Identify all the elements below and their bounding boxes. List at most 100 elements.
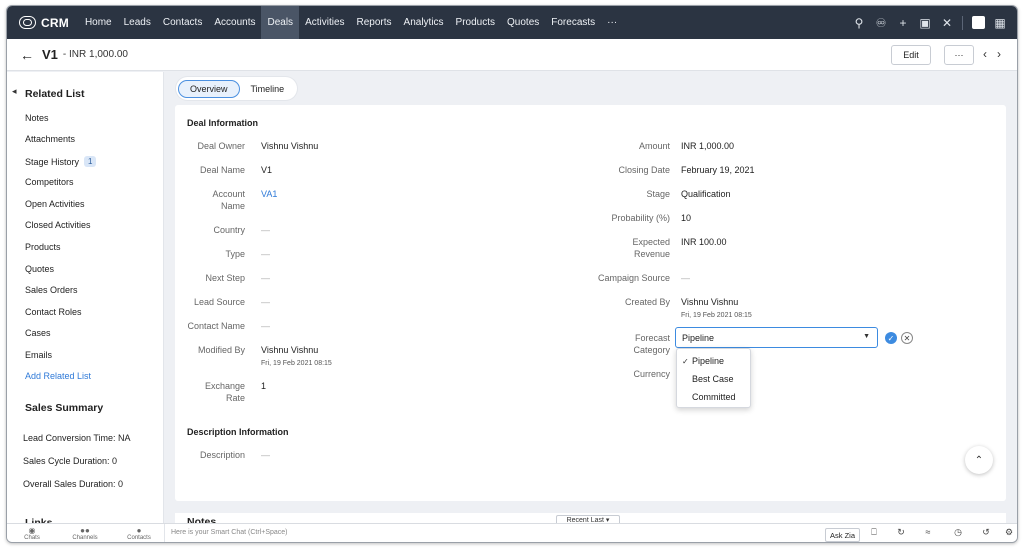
bell-icon[interactable]: ♾: [870, 6, 892, 39]
bottom-bar: ◉ Chats ●● Channels ● Contacts Here is your…: [7, 523, 1017, 542]
related-list-sidebar: ◂ Related List Notes Attachments Stage H…: [7, 72, 164, 529]
tab-overview[interactable]: Overview: [178, 79, 240, 98]
back-arrow-icon[interactable]: ←: [20, 47, 34, 63]
sidebar-item-label: Stage History: [25, 156, 80, 167]
save-field-check-icon[interactable]: ✓: [885, 332, 897, 344]
history-icon[interactable]: ↺: [977, 527, 995, 541]
sidebar-item-attachments[interactable]: Attachments: [25, 134, 75, 144]
cancel-field-close-icon[interactable]: ✕: [901, 332, 913, 344]
sidebar-item-open-activities[interactable]: Open Activities: [25, 199, 85, 209]
nav-accounts[interactable]: Accounts: [208, 6, 261, 39]
lead-conversion-time: Lead Conversion Time: NA: [23, 433, 131, 443]
settings-gear-icon[interactable]: ⚙: [1000, 527, 1017, 541]
probability-label: Probability (%): [611, 213, 670, 223]
sidebar-item-cases[interactable]: Cases: [25, 328, 51, 338]
created-by-label: Created By: [624, 297, 670, 307]
sidebar-item-stage-history[interactable]: Stage History 1: [25, 156, 97, 167]
nav-quotes[interactable]: Quotes: [501, 6, 545, 39]
sidebar-item-competitors[interactable]: Competitors: [25, 177, 74, 187]
nav-home[interactable]: Home: [79, 6, 118, 39]
tools-icon[interactable]: ✕: [936, 6, 958, 39]
option-label: Pipeline: [692, 356, 725, 366]
chevron-down-icon: ▼: [863, 333, 870, 340]
sidebar-item-emails[interactable]: Emails: [25, 350, 52, 360]
sidebar-item-contact-roles[interactable]: Contact Roles: [25, 307, 82, 317]
nav-more[interactable]: ···: [601, 6, 623, 39]
edit-button[interactable]: Edit: [891, 45, 931, 65]
smart-chat-input[interactable]: Here is your Smart Chat (Ctrl+Space): [164, 524, 826, 542]
alarm-clock-icon[interactable]: ◷: [949, 527, 967, 541]
created-by-name: Vishnu Vishnu: [681, 297, 739, 307]
contacts-label: Contacts: [127, 535, 151, 541]
option-label: Best Case: [692, 374, 734, 384]
chat-bubble-icon: ◉: [28, 526, 36, 535]
expected-revenue-value: INR 100.00: [681, 237, 727, 247]
stage-label: Stage: [646, 189, 670, 199]
count-badge: 1: [84, 156, 97, 167]
nav-contacts[interactable]: Contacts: [157, 6, 208, 39]
option-pipeline[interactable]: ✓ Pipeline: [677, 352, 750, 370]
refresh-icon[interactable]: ↻: [892, 527, 910, 541]
translate-icon[interactable]: ≈: [919, 527, 937, 541]
sidebar-item-sales-orders[interactable]: Sales Orders: [25, 285, 78, 295]
nav-deals[interactable]: Deals: [261, 6, 300, 39]
sidebar-item-closed-activities[interactable]: Closed Activities: [25, 220, 91, 230]
sidebar-item-products[interactable]: Products: [25, 242, 61, 252]
sidebar-item-label: Competitors: [25, 177, 74, 187]
calendar-icon[interactable]: ▣: [914, 6, 936, 39]
type-label: Type: [225, 249, 245, 259]
deal-owner-value: Vishnu Vishnu: [261, 141, 319, 151]
record-tabs: Overview Timeline: [176, 77, 298, 100]
lead-source-value: —: [261, 297, 270, 307]
grid-icon[interactable]: ▦: [989, 6, 1011, 39]
probability-value: 10: [681, 213, 692, 223]
nav-products[interactable]: Products: [450, 6, 501, 39]
option-committed[interactable]: Committed: [677, 388, 750, 406]
campaign-source-label: Campaign Source: [597, 273, 670, 283]
modified-by-time: Fri, 19 Feb 2021 08:15: [261, 360, 332, 367]
sidebar-item-label: Closed Activities: [25, 220, 91, 230]
nav-reports[interactable]: Reports: [351, 6, 398, 39]
selected-check-icon: ✓: [682, 356, 689, 366]
next-step-value: —: [261, 273, 270, 283]
more-actions-button[interactable]: ···: [944, 45, 974, 65]
modified-by-value: Vishnu Vishnu Fri, 19 Feb 2021 08:15: [261, 344, 332, 370]
next-record-icon[interactable]: ›: [997, 47, 1001, 61]
exchange-rate-label: Exchange Rate: [204, 381, 245, 403]
sales-summary-heading: Sales Summary: [25, 402, 104, 414]
previous-record-icon[interactable]: ‹: [983, 47, 987, 61]
deal-name-value: V1: [261, 165, 273, 175]
crm-logo[interactable]: CRM: [7, 16, 69, 30]
channels-icon: ●●: [80, 526, 90, 535]
deal-details-card: Deal Information Deal Owner Vishnu Vishn…: [175, 105, 1006, 501]
tab-timeline[interactable]: Timeline: [240, 80, 296, 98]
sidebar-item-notes[interactable]: Notes: [25, 113, 49, 123]
app-icon[interactable]: [967, 6, 989, 39]
created-by-time: Fri, 19 Feb 2021 08:15: [681, 312, 752, 319]
nav-analytics[interactable]: Analytics: [398, 6, 450, 39]
account-name-link[interactable]: VA1: [261, 188, 277, 200]
option-best-case[interactable]: Best Case: [677, 370, 750, 388]
lead-source-label: Lead Source: [193, 297, 245, 307]
channels-tool[interactable]: ●● Channels: [70, 526, 100, 541]
nav-forecasts[interactable]: Forecasts: [545, 6, 601, 39]
sidebar-item-quotes[interactable]: Quotes: [25, 264, 54, 274]
search-icon[interactable]: ⚲: [848, 6, 870, 39]
sidebar-item-label: Products: [25, 242, 61, 252]
game-controller-icon[interactable]: ⎕: [865, 527, 883, 541]
ask-zia-button[interactable]: Ask Zia: [825, 528, 860, 542]
scroll-to-top-button[interactable]: ⌃: [965, 446, 993, 474]
add-related-list-link[interactable]: Add Related List: [25, 371, 91, 381]
sales-cycle-duration: Sales Cycle Duration: 0: [23, 456, 118, 466]
account-name-label: Account Name: [212, 189, 245, 211]
collapse-sidebar-icon[interactable]: ◂: [12, 86, 17, 97]
forecast-category-options: ✓ Pipeline Best Case Committed: [676, 348, 751, 408]
chats-tool[interactable]: ◉ Chats: [17, 526, 47, 541]
nav-activities[interactable]: Activities: [299, 6, 350, 39]
contacts-tool[interactable]: ● Contacts: [124, 526, 154, 541]
plus-icon[interactable]: +: [892, 6, 914, 39]
forecast-category-select[interactable]: Pipeline ▼: [675, 327, 878, 348]
sidebar-item-label: Sales Orders: [25, 285, 78, 295]
contact-name-value: —: [261, 321, 270, 331]
nav-leads[interactable]: Leads: [118, 6, 157, 39]
